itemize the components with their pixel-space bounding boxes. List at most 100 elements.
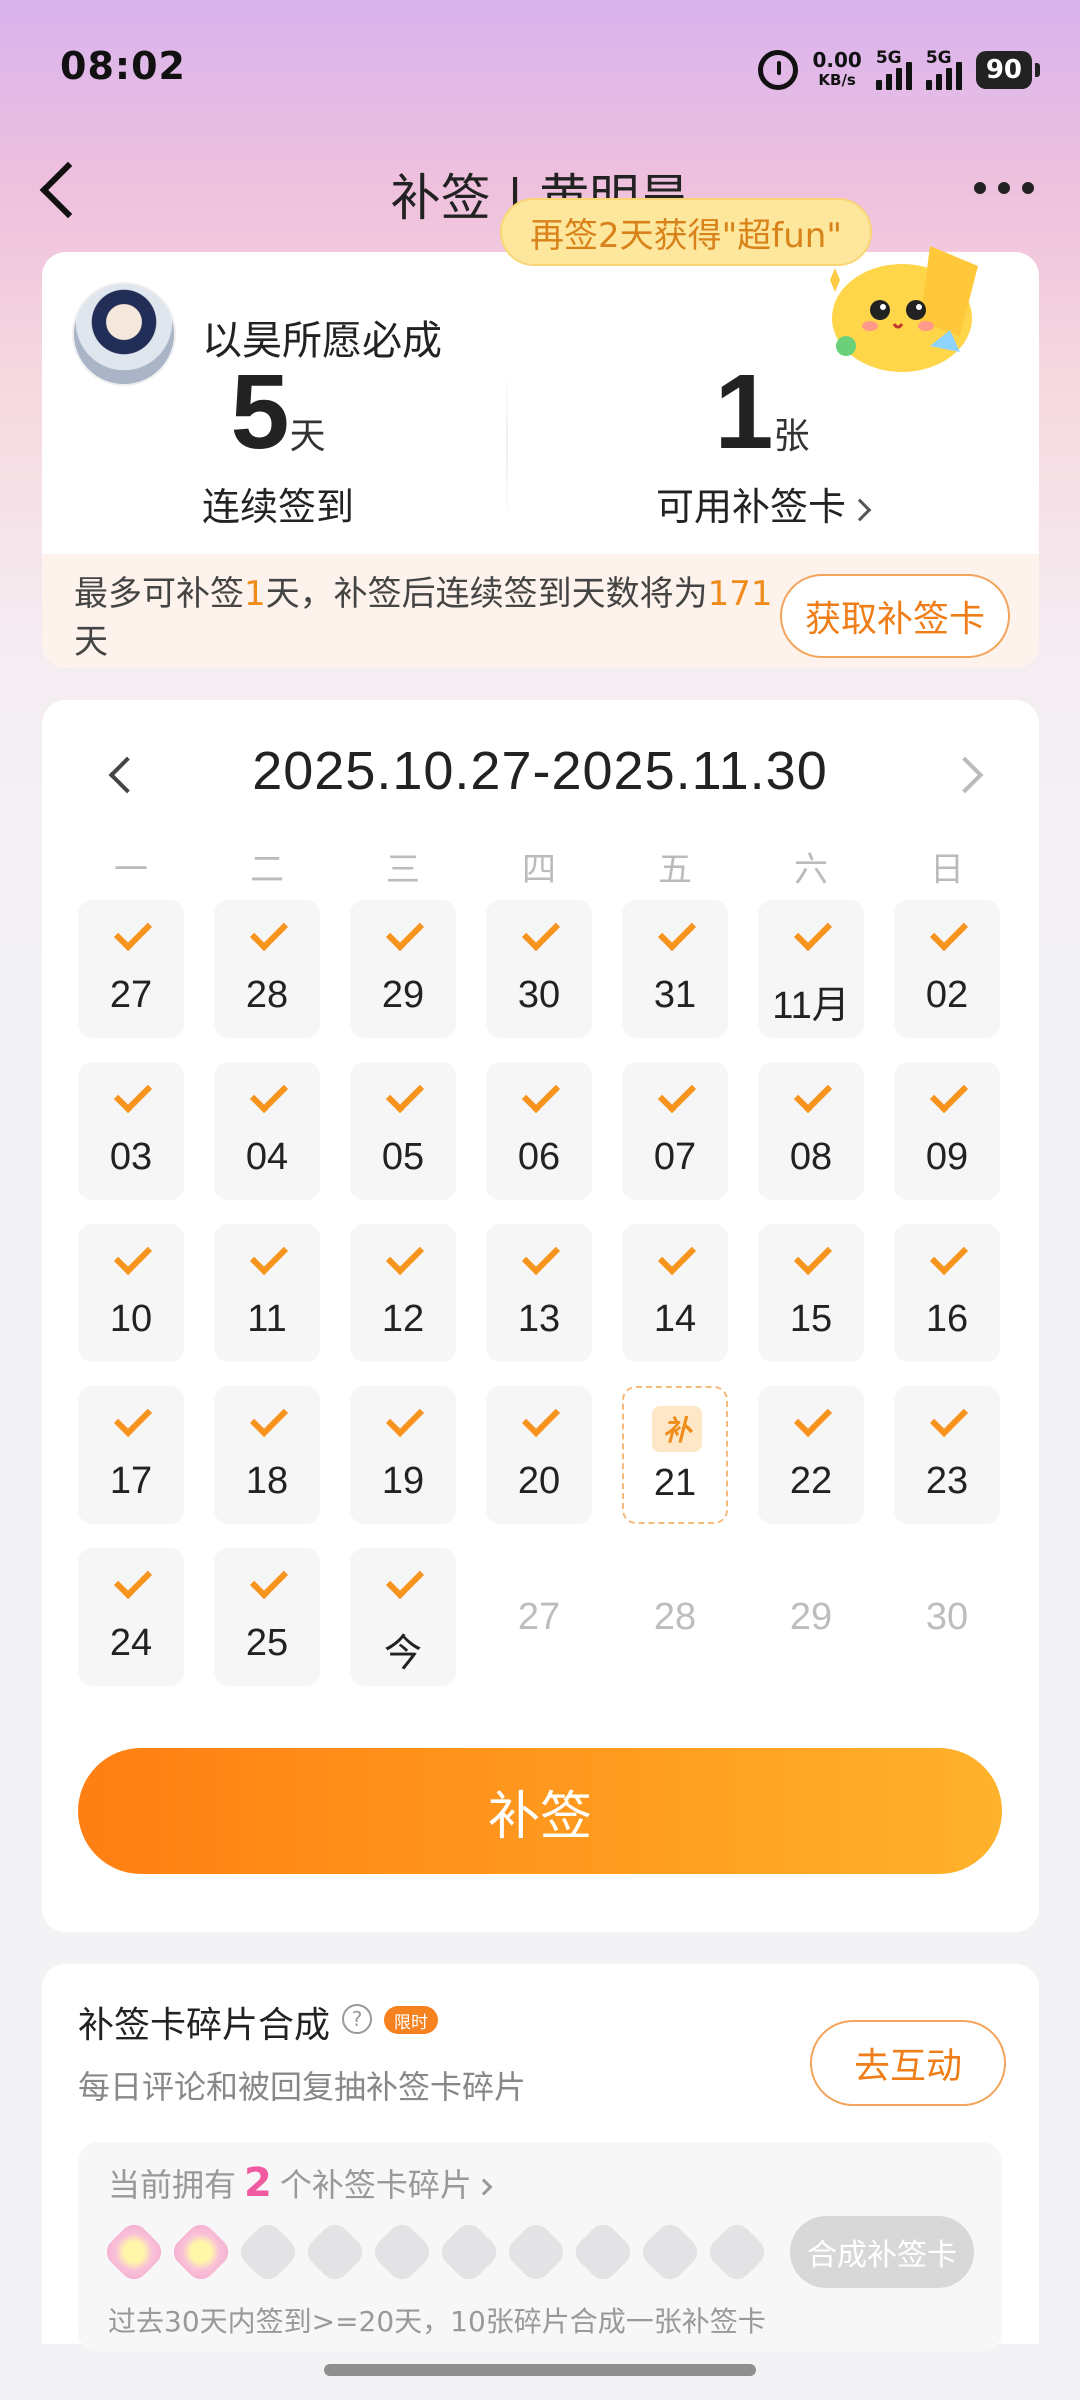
checkmark-icon [521,1236,561,1276]
checkmark-icon [113,1560,153,1600]
makeup-tag: 补 [652,1406,702,1452]
more-menu-button[interactable] [964,168,1044,208]
calendar-day[interactable]: 15 [758,1224,864,1362]
sim1-label: 5G [875,48,902,68]
calendar-day[interactable]: 09 [894,1062,1000,1200]
checkmark-icon [657,912,697,952]
checkmark-icon [793,1398,833,1438]
weekday-header: 六 [794,850,828,890]
calendar-day[interactable]: 19 [350,1386,456,1524]
calendar-day[interactable]: 06 [486,1062,592,1200]
fragment-empty-icon [301,2218,369,2286]
checkmark-icon [385,1074,425,1114]
calendar-day-label: 23 [925,1460,969,1502]
fragment-rule: 过去30天内签到>=20天，10张碎片合成一张补签卡 [108,2305,766,2338]
calendar-day[interactable]: 08 [758,1062,864,1200]
calendar-day[interactable]: 17 [78,1386,184,1524]
makeup-sign-button[interactable]: 补签 [78,1748,1002,1874]
owned-fragments-link[interactable]: 当前拥有 2 个补签卡碎片 [108,2160,493,2206]
calendar-day[interactable]: 今 [350,1548,456,1686]
calendar-day-label: 17 [109,1460,153,1502]
calendar-day[interactable]: 13 [486,1224,592,1362]
checkmark-icon [521,912,561,952]
signal-icon-sim1: 5G [875,48,912,90]
makeup-cards-label: 可用补签卡 [655,485,846,529]
checkmark-icon [113,1236,153,1276]
calendar-day[interactable]: 28 [214,900,320,1038]
calendar-day[interactable]: 18 [214,1386,320,1524]
calendar-day[interactable]: 16 [894,1224,1000,1362]
calendar-day-label: 20 [517,1460,561,1502]
checkmark-icon [249,1236,289,1276]
compose-card-button[interactable]: 合成补签卡 [790,2216,974,2288]
calendar-day-label: 14 [653,1298,697,1340]
checkmark-icon [793,1074,833,1114]
reward-bubble: 再签2天获得"超fun" [500,198,872,266]
checkmark-icon [657,1236,697,1276]
calendar-day[interactable]: 11月 [758,900,864,1038]
home-indicator[interactable] [324,2364,756,2376]
calendar-day[interactable]: 14 [622,1224,728,1362]
checkmark-icon [657,1074,697,1114]
checkmark-icon [929,1074,969,1114]
calendar-day[interactable]: 05 [350,1062,456,1200]
checkmark-icon [793,1236,833,1276]
calendar-day[interactable]: 03 [78,1062,184,1200]
calendar-day-label: 05 [381,1136,425,1178]
stat-divider [506,372,508,522]
go-interact-button[interactable]: 去互动 [810,2020,1006,2106]
checkmark-icon [385,912,425,952]
get-makeup-card-button[interactable]: 获取补签卡 [780,574,1010,658]
calendar-day[interactable]: 27 [78,900,184,1038]
calendar-day-label: 21 [653,1462,697,1504]
calendar-day[interactable]: 07 [622,1062,728,1200]
checkmark-icon [793,912,833,952]
calendar-day-label: 07 [653,1136,697,1178]
makeup-cards-value: 1 [714,353,774,471]
calendar-day[interactable]: 12 [350,1224,456,1362]
checkmark-icon [113,1398,153,1438]
calendar-day-label: 29 [789,1596,833,1638]
makeup-cards-link[interactable]: 可用补签卡 [602,476,922,531]
limited-badge: 限时 [384,2006,438,2034]
calendar-day-label: 16 [925,1298,969,1340]
calendar-day: 30 [894,1548,1000,1686]
makeup-cards-unit: 张 [773,416,810,457]
calendar-day[interactable]: 20 [486,1386,592,1524]
calendar-day[interactable]: 30 [486,900,592,1038]
fragment-collected-icon [167,2218,235,2286]
next-week-button[interactable] [950,752,994,796]
calendar-day[interactable]: 24 [78,1548,184,1686]
checkmark-icon [113,912,153,952]
help-icon[interactable]: ? [342,2004,372,2034]
calendar-day[interactable]: 10 [78,1224,184,1362]
calendar-day-label: 11 [247,1298,287,1340]
weekday-header: 五 [658,850,692,890]
calendar-day-label: 08 [789,1136,833,1178]
calendar-day: 28 [622,1548,728,1686]
fragment-subtitle: 每日评论和被回复抽补签卡碎片 [78,2068,527,2106]
fragment-empty-icon [368,2218,436,2286]
owned-prefix: 当前拥有 [108,2166,237,2204]
calendar-day-label: 30 [517,974,561,1016]
calendar-day[interactable]: 04 [214,1062,320,1200]
fragment-collected-icon [100,2218,168,2286]
calendar-day[interactable]: 11 [214,1224,320,1362]
fragment-empty-icon [636,2218,704,2286]
calendar-day[interactable]: 22 [758,1386,864,1524]
calendar-day[interactable]: 29 [350,900,456,1038]
makeup-info-text: 最多可补签1天，补签后连续签到天数将为171天 [74,574,773,662]
calendar-day[interactable]: 补 21 [622,1386,728,1524]
calendar-day[interactable]: 23 [894,1386,1000,1524]
calendar-day[interactable]: 25 [214,1548,320,1686]
calendar-day[interactable]: 02 [894,900,1000,1038]
checkmark-icon [929,1236,969,1276]
weekday-header: 四 [522,850,556,890]
calendar-day-label: 19 [381,1460,425,1502]
streak-unit: 天 [289,416,326,457]
chevron-right-icon [475,2178,493,2196]
calendar-day-label: 24 [109,1622,153,1664]
alarm-icon [758,50,799,90]
calendar-day[interactable]: 31 [622,900,728,1038]
calendar-day: 29 [758,1548,864,1686]
